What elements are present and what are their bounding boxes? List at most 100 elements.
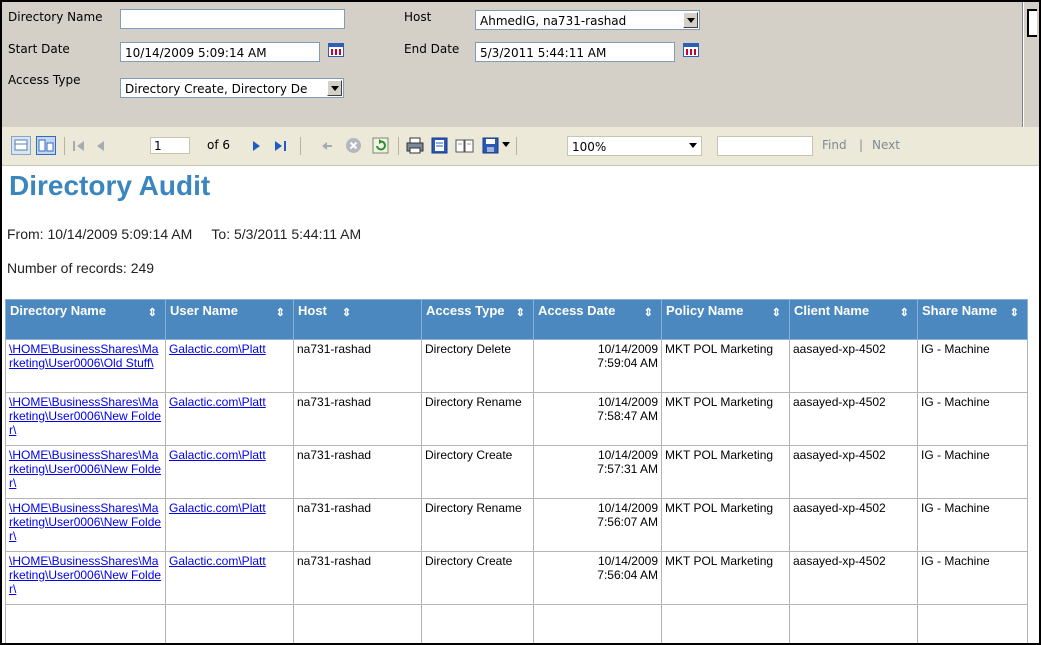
find-separator: | xyxy=(859,138,864,152)
client-cell: aasayed-xp-4502 xyxy=(789,551,918,605)
toolbar-separator xyxy=(398,137,399,155)
sort-icon[interactable]: ⇕ xyxy=(1010,305,1019,321)
empty-cell xyxy=(533,604,662,643)
previous-page-icon[interactable] xyxy=(95,139,107,153)
end-date-input[interactable]: 5/3/2011 5:44:11 AM xyxy=(475,42,675,62)
chevron-down-icon[interactable] xyxy=(502,142,510,148)
view-report-button[interactable] xyxy=(1027,9,1037,37)
sort-icon[interactable]: ⇕ xyxy=(342,305,351,321)
column-header-access-date[interactable]: Access Date ⇕ xyxy=(533,299,662,340)
directory-cell[interactable]: \HOME\BusinessShares\Marketing\User0006\… xyxy=(5,445,166,499)
find-input[interactable] xyxy=(717,136,813,156)
sort-icon[interactable]: ⇕ xyxy=(900,305,909,321)
host-select[interactable]: AhmedIG, na731-rashad xyxy=(475,10,700,30)
access-date: 10/14/2009 xyxy=(597,501,658,515)
parameters-toggle-icon[interactable] xyxy=(36,136,56,155)
access-date: 10/14/2009 xyxy=(597,448,658,462)
host-cell: na731-rashad xyxy=(293,445,422,499)
chevron-down-icon[interactable] xyxy=(327,80,342,96)
column-header-label: Share Name xyxy=(922,303,998,318)
toolbar-separator xyxy=(64,137,65,155)
table-row: \HOME\BusinessShares\Marketing\User0006\… xyxy=(5,339,1028,393)
user-cell[interactable]: Galactic.com\Platt xyxy=(165,339,294,393)
directory-link[interactable]: \HOME\BusinessShares\Marketing\User0006\… xyxy=(9,501,161,543)
user-link[interactable]: Galactic.com\Platt xyxy=(169,554,266,568)
user-cell[interactable]: Galactic.com\Platt xyxy=(165,392,294,446)
column-header-policy-name[interactable]: Policy Name ⇕ xyxy=(661,299,790,340)
access-type-cell: Directory Rename xyxy=(421,392,534,446)
chevron-down-icon[interactable] xyxy=(689,143,697,149)
directory-link[interactable]: \HOME\BusinessShares\Marketing\User0006\… xyxy=(9,342,158,370)
sort-icon[interactable]: ⇕ xyxy=(276,305,285,321)
policy-cell: MKT POL Marketing xyxy=(661,392,790,446)
host-cell: na731-rashad xyxy=(293,551,422,605)
user-link[interactable]: Galactic.com\Platt xyxy=(169,448,266,462)
next-link[interactable]: Next xyxy=(872,138,900,152)
document-map-icon[interactable] xyxy=(11,136,31,155)
table-row-partial xyxy=(5,604,1028,643)
column-header-access-type[interactable]: Access Type ⇕ xyxy=(421,299,534,340)
client-cell: aasayed-xp-4502 xyxy=(789,392,918,446)
access-date: 10/14/2009 xyxy=(597,395,658,409)
access-type-value: Directory Create, Directory De xyxy=(125,82,308,96)
parameter-panel: Directory Name Host AhmedIG, na731-rasha… xyxy=(2,2,1039,127)
directory-link[interactable]: \HOME\BusinessShares\Marketing\User0006\… xyxy=(9,448,161,490)
refresh-icon[interactable] xyxy=(372,137,389,154)
save-icon[interactable] xyxy=(482,137,499,154)
column-header-label: Host xyxy=(298,303,327,318)
page-setup-icon[interactable] xyxy=(455,137,474,154)
first-page-icon[interactable] xyxy=(72,139,86,153)
record-count: Number of records: 249 xyxy=(7,260,155,276)
share-cell: IG - Machine xyxy=(917,551,1028,605)
chevron-down-icon[interactable] xyxy=(683,12,698,28)
user-link[interactable]: Galactic.com\Platt xyxy=(169,501,266,515)
table-row: \HOME\BusinessShares\Marketing\User0006\… xyxy=(5,551,1028,605)
zoom-select[interactable]: 100% xyxy=(567,136,702,156)
column-header-host[interactable]: Host ⇕ xyxy=(293,299,422,340)
user-cell[interactable]: Galactic.com\Platt xyxy=(165,498,294,552)
directory-link[interactable]: \HOME\BusinessShares\Marketing\User0006\… xyxy=(9,554,161,596)
directory-cell[interactable]: \HOME\BusinessShares\Marketing\User0006\… xyxy=(5,551,166,605)
directory-cell[interactable]: \HOME\BusinessShares\Marketing\User0006\… xyxy=(5,339,166,393)
sort-icon[interactable]: ⇕ xyxy=(148,305,157,321)
access-type-select[interactable]: Directory Create, Directory De xyxy=(120,78,344,98)
last-page-icon[interactable] xyxy=(273,139,289,153)
directory-cell[interactable]: \HOME\BusinessShares\Marketing\User0006\… xyxy=(5,392,166,446)
user-link[interactable]: Galactic.com\Platt xyxy=(169,395,266,409)
access-time: 7:59:04 AM xyxy=(597,356,658,370)
start-date-input[interactable]: 10/14/2009 5:09:14 AM xyxy=(120,42,320,62)
report-body: Directory Audit From: 10/14/2009 5:09:14… xyxy=(2,166,1039,643)
column-header-label: Access Type xyxy=(426,303,505,318)
host-label: Host xyxy=(404,10,432,24)
calendar-icon[interactable] xyxy=(328,43,344,57)
column-header-directory-name[interactable]: Directory Name ⇕ xyxy=(5,299,166,340)
directory-name-input[interactable] xyxy=(120,9,345,29)
print-icon[interactable] xyxy=(406,137,424,154)
back-icon[interactable] xyxy=(320,139,334,153)
calendar-icon[interactable] xyxy=(683,43,699,57)
current-page-input[interactable]: 1 xyxy=(150,137,190,154)
report-viewer-window: Directory Name Host AhmedIG, na731-rasha… xyxy=(0,0,1041,645)
sort-icon[interactable]: ⇕ xyxy=(516,305,525,321)
find-link[interactable]: Find xyxy=(822,138,847,152)
user-link[interactable]: Galactic.com\Platt xyxy=(169,342,266,356)
sort-icon[interactable]: ⇕ xyxy=(644,305,653,321)
directory-cell[interactable]: \HOME\BusinessShares\Marketing\User0006\… xyxy=(5,498,166,552)
print-layout-icon[interactable] xyxy=(431,137,448,154)
next-page-icon[interactable] xyxy=(250,139,262,153)
empty-cell xyxy=(789,604,918,643)
column-header-client-name[interactable]: Client Name ⇕ xyxy=(789,299,918,340)
user-cell[interactable]: Galactic.com\Platt xyxy=(165,551,294,605)
column-header-user-name[interactable]: User Name ⇕ xyxy=(165,299,294,340)
access-date-cell: 10/14/2009 7:56:04 AM xyxy=(533,551,662,605)
access-type-cell: Directory Delete xyxy=(421,339,534,393)
column-header-label: User Name xyxy=(170,303,238,318)
column-header-share-name[interactable]: Share Name ⇕ xyxy=(917,299,1028,340)
toolbar-separator xyxy=(300,137,301,155)
sort-icon[interactable]: ⇕ xyxy=(772,305,781,321)
column-header-label: Access Date xyxy=(538,303,616,318)
user-cell[interactable]: Galactic.com\Platt xyxy=(165,445,294,499)
directory-link[interactable]: \HOME\BusinessShares\Marketing\User0006\… xyxy=(9,395,161,437)
stop-icon[interactable] xyxy=(345,137,362,154)
date-range: From: 10/14/2009 5:09:14 AM To: 5/3/2011… xyxy=(7,226,362,242)
